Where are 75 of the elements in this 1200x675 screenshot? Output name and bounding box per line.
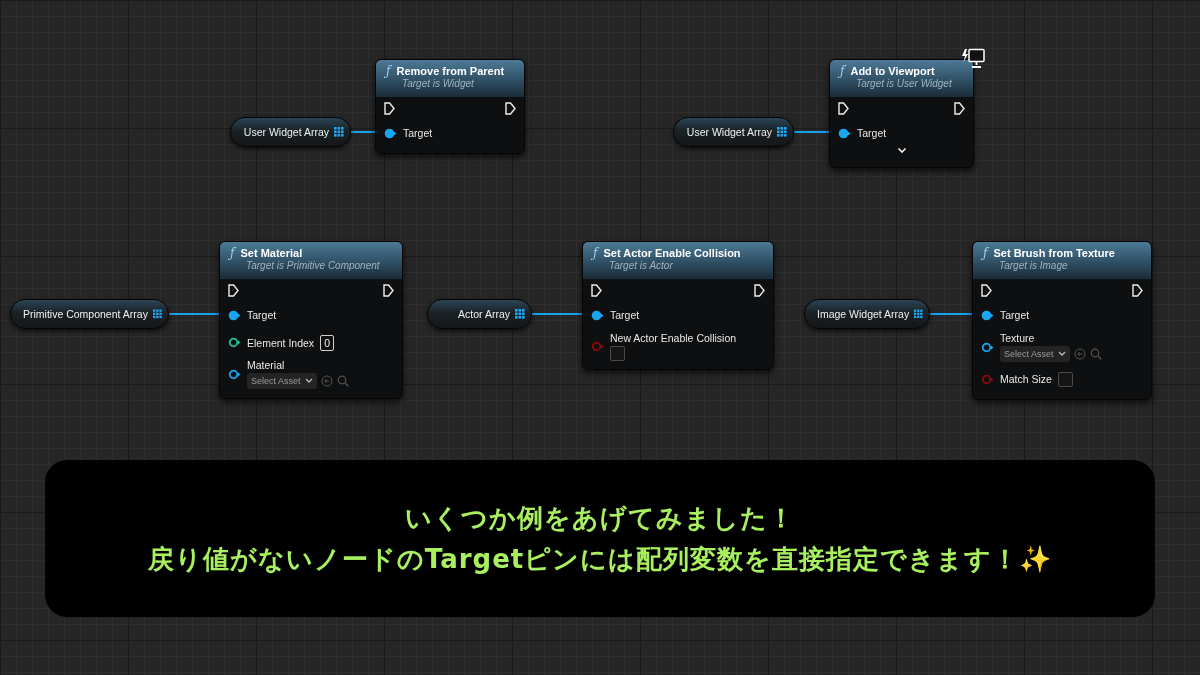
exec-pin-icon[interactable] [383,283,394,297]
variable-label: Primitive Component Array [23,308,148,320]
function-icon: ƒ [983,246,988,260]
pin-label: Target [247,309,277,321]
asset-dropdown[interactable]: Select Asset [247,373,317,389]
search-icon[interactable] [336,375,349,387]
function-node[interactable]: ƒ Set Material Target is Primitive Component Target Element Index 0 Material Select Asset [219,241,403,399]
exec-pin-icon[interactable] [1132,283,1143,297]
node-subtitle: Target is User Widget [855,78,953,89]
node-title: Set Material [240,247,303,259]
value-field[interactable]: 0 [320,334,334,351]
checkbox[interactable] [1057,371,1073,387]
pin-label: Target [610,309,640,321]
search-icon[interactable] [1089,348,1102,360]
pin-label: Material [247,359,286,371]
exec-pin-icon[interactable] [954,101,965,115]
connected-pin-icon[interactable] [981,309,994,321]
variable-node[interactable]: Actor Array [427,299,532,329]
array-grid-icon [777,127,787,137]
variable-label: Image Widget Array [817,308,910,320]
pin-label: Match Size [1000,373,1052,385]
pin-label: Element Index [247,336,315,349]
caption-text: いくつか例をあげてみました！ [405,501,795,535]
function-icon: ƒ [840,64,845,78]
array-grid-icon [152,309,162,319]
pin-icon[interactable] [981,341,994,353]
pin-icon[interactable] [228,368,241,380]
variable-node[interactable]: User Widget Array [230,117,351,147]
array-grid-icon [515,309,525,319]
function-icon: ƒ [593,246,598,260]
function-node[interactable]: ƒ Set Brush from Texture Target is Image Target Texture Select Asset Match Size [972,241,1152,400]
connected-pin-icon[interactable] [228,309,241,321]
variable-node[interactable]: Image Widget Array [804,299,930,329]
node-subtitle: Target is Widget [401,78,475,89]
node-title: Remove from Parent [396,65,505,77]
pin-label: Target [1000,309,1030,321]
connected-pin-icon[interactable] [384,127,397,139]
caption-text: 戻り値がないノードのTargetピンには配列変数を直接指定できます！✨ [147,542,1053,576]
variable-label: User Widget Array [243,126,329,138]
function-node[interactable]: ƒ Set Actor Enable Collision Target is Actor Target New Actor Enable Collision [582,241,774,370]
node-subtitle: Target is Image [998,260,1069,271]
connected-pin-icon[interactable] [838,127,851,139]
asset-dropdown[interactable]: Select Asset [1000,346,1070,362]
array-grid-icon [914,309,923,319]
exec-pin-icon[interactable] [838,101,849,115]
caret-icon[interactable] [304,378,313,384]
pin-label: Target [403,127,433,139]
node-subtitle: Target is Primitive Component [245,260,381,271]
pin-icon[interactable] [228,337,241,348]
function-icon: ƒ [230,246,235,260]
exec-pin-icon[interactable] [981,283,992,297]
node-title: Set Brush from Texture [993,247,1115,259]
exec-pin-icon[interactable] [384,101,395,115]
pin-label: Target [857,127,887,139]
exec-pin-icon[interactable] [754,283,765,297]
function-icon: ƒ [386,64,391,78]
function-node[interactable]: ƒ Add to Viewport Target is User Widget Target [829,59,974,168]
exec-pin-icon[interactable] [505,101,516,115]
node-subtitle: Target is Actor [608,260,674,271]
array-grid-icon [334,127,344,137]
variable-node[interactable]: User Widget Array [673,117,794,147]
node-title: Add to Viewport [850,65,935,77]
exec-pin-icon[interactable] [228,283,239,297]
connected-pin-icon[interactable] [591,309,604,321]
function-node[interactable]: ƒ Remove from Parent Target is Widget Target [375,59,525,154]
variable-node[interactable]: Primitive Component Array [10,299,169,329]
checkbox[interactable] [610,345,625,361]
caret-icon[interactable] [1057,351,1066,357]
node-title: Set Actor Enable Collision [603,247,741,259]
variable-label: User Widget Array [686,126,772,138]
pin-label: Texture [1000,332,1036,344]
pin-label: New Actor Enable Collision [610,331,737,344]
exec-pin-icon[interactable] [591,283,602,297]
expand-chevron-icon[interactable] [896,147,907,154]
variable-label: Actor Array [458,308,510,320]
